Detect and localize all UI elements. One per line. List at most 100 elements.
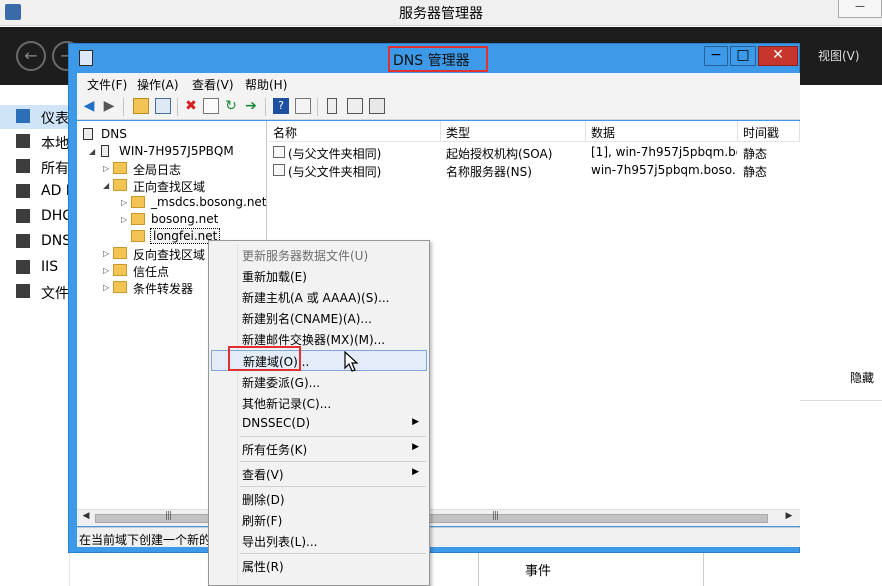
menu-item-label: 更新服务器数据文件(U) [242,249,369,263]
expand-arrow-icon[interactable]: ▷ [103,164,109,173]
sidebar-item-iis[interactable]: IIS [0,256,70,280]
menu-item-dnssec[interactable]: DNSSEC(D) ▶ [211,413,427,434]
sidebar-item-file-services[interactable]: 文件 [0,280,70,304]
record-type: 名称服务器(NS) [446,165,532,179]
record-timestamp: 静态 [743,147,768,161]
minimize-icon[interactable]: − [704,46,728,66]
record-data: [1], win-7h957j5pbqm.bo... [591,145,737,159]
submenu-arrow-icon: ▶ [412,417,419,427]
menu-item-all-tasks[interactable]: 所有任务(K) ▶ [211,438,427,459]
header-divider [268,141,800,142]
scroll-left-icon[interactable]: ◀ [79,511,93,521]
menu-item-properties[interactable]: 属性(R) [211,555,427,576]
status-bar: 在当前域下创建一个新的 [77,527,800,547]
refresh-icon[interactable]: ↻ [223,98,239,114]
record-data: win-7h957j5pbqm.boso... [591,163,737,177]
menu-item-reload[interactable]: 重新加载(E) [211,265,427,286]
minimize-icon[interactable]: — [838,0,882,18]
menu-item-label: 查看(V) [242,468,284,482]
sidebar-item-dashboard[interactable]: 仪表 [0,105,70,129]
forward-icon[interactable]: ▶ [101,98,117,114]
tree-node-label: 反向查找区域 [133,248,206,262]
submenu-arrow-icon: ▶ [412,442,419,452]
folder-icon [113,162,127,174]
menu-item-view[interactable]: 查看(V) ▶ [211,463,427,484]
menu-item-label: DNSSEC(D) [242,416,311,430]
show-hide-console-tree-icon[interactable] [155,98,171,114]
menu-item-new-delegation[interactable]: 新建委派(G)... [211,371,427,392]
up-folder-icon[interactable] [133,98,149,114]
column-header-data[interactable]: 数据 [586,121,738,141]
help-icon[interactable]: ? [273,98,289,114]
sidebar-item-label: 仪表 [41,111,69,127]
iis-icon [16,260,30,274]
expand-arrow-icon[interactable]: ▷ [121,215,127,224]
record-name: (与父文件夹相同) [288,165,382,179]
menu-action[interactable]: 操作(A) [137,76,179,93]
menu-item-label: 其他新记录(C)... [242,397,332,411]
tree-node-label: bosong.net [151,212,219,226]
properties-icon[interactable] [203,98,219,114]
submenu-arrow-icon: ▶ [412,467,419,477]
menu-item-label: 导出列表(L)... [242,535,318,549]
menu-item-label: 刷新(F) [242,514,283,528]
close-icon[interactable]: ✕ [758,46,798,66]
menu-item-refresh[interactable]: 刷新(F) [211,509,427,530]
collapse-arrow-icon[interactable]: ◢ [103,181,109,190]
menu-item-delete[interactable]: 删除(D) [211,488,427,509]
record-timestamp: 静态 [743,165,768,179]
column-header-type[interactable]: 类型 [441,121,586,141]
column-header-timestamp[interactable]: 时间戳 [738,121,800,141]
hide-link[interactable]: 隐藏 [850,369,874,386]
server-icon[interactable] [327,98,337,114]
toolbar-separator [317,98,318,116]
scroll-right-icon[interactable]: ▶ [782,511,796,521]
expand-arrow-icon[interactable]: ▷ [103,266,109,275]
sidebar-item-dns[interactable]: DNS [0,230,71,254]
folder-icon [113,264,127,276]
collapse-arrow-icon[interactable]: ◢ [89,147,95,156]
highlight-box [228,346,301,371]
menu-help[interactable]: 帮助(H) [245,76,287,93]
folder-icon [113,179,127,191]
maximize-icon[interactable]: □ [730,46,756,66]
menu-item-export-list[interactable]: 导出列表(L)... [211,530,427,551]
expand-arrow-icon[interactable]: ▷ [103,249,109,258]
delete-icon[interactable]: ✖ [183,98,199,114]
export-list-icon[interactable]: ➔ [243,98,259,114]
server-manager-titlebar: 服务器管理器 — [0,0,882,26]
column-header-name[interactable]: 名称 [268,121,441,141]
zone-icon [131,196,145,208]
tree-node-label: 正向查找区域 [133,180,206,194]
expand-arrow-icon[interactable]: ▷ [103,283,109,292]
record-type: 起始授权机构(SOA) [446,147,553,161]
list-icon[interactable] [347,98,363,114]
menu-item-label: 新建委派(G)... [242,376,321,390]
sidebar-item-local-server[interactable]: 本地 [0,130,70,154]
local-server-icon [16,134,30,148]
tree-node-label: 信任点 [133,265,170,279]
sidebar-item-ad[interactable]: AD I [0,180,70,204]
menu-item-new-host[interactable]: 新建主机(A 或 AAAA)(S)... [211,286,427,307]
sidebar-item-dhcp[interactable]: DHC [0,205,72,229]
divider [800,400,882,401]
show-action-pane-icon[interactable] [295,98,311,114]
menu-item-label: 重新加载(E) [242,270,307,284]
menu-view[interactable]: 查看(V) [192,76,234,93]
menu-item-update-server-data-file[interactable]: 更新服务器数据文件(U) [211,244,427,265]
events-label: 事件 [525,564,552,579]
menu-item-new-alias[interactable]: 新建别名(CNAME)(A)... [211,307,427,328]
window-title: DNS 管理器 [393,53,470,69]
status-text: 在当前域下创建一个新的 [79,533,212,547]
toolbar-separator [177,98,178,116]
sidebar-item-all-servers[interactable]: 所有 [0,155,70,179]
menu-item-other-new-records[interactable]: 其他新记录(C)... [211,392,427,413]
back-arrow-icon[interactable]: ← [16,41,46,71]
view-menu[interactable]: 视图(V) [818,47,860,64]
multiple-servers-icon[interactable] [369,98,385,114]
back-icon[interactable]: ◀ [81,98,97,114]
menu-bar: 文件(F) 操作(A) 查看(V) 帮助(H) [77,73,800,93]
menu-file[interactable]: 文件(F) [87,76,127,93]
mouse-cursor-icon [344,351,359,372]
expand-arrow-icon[interactable]: ▷ [121,198,127,207]
